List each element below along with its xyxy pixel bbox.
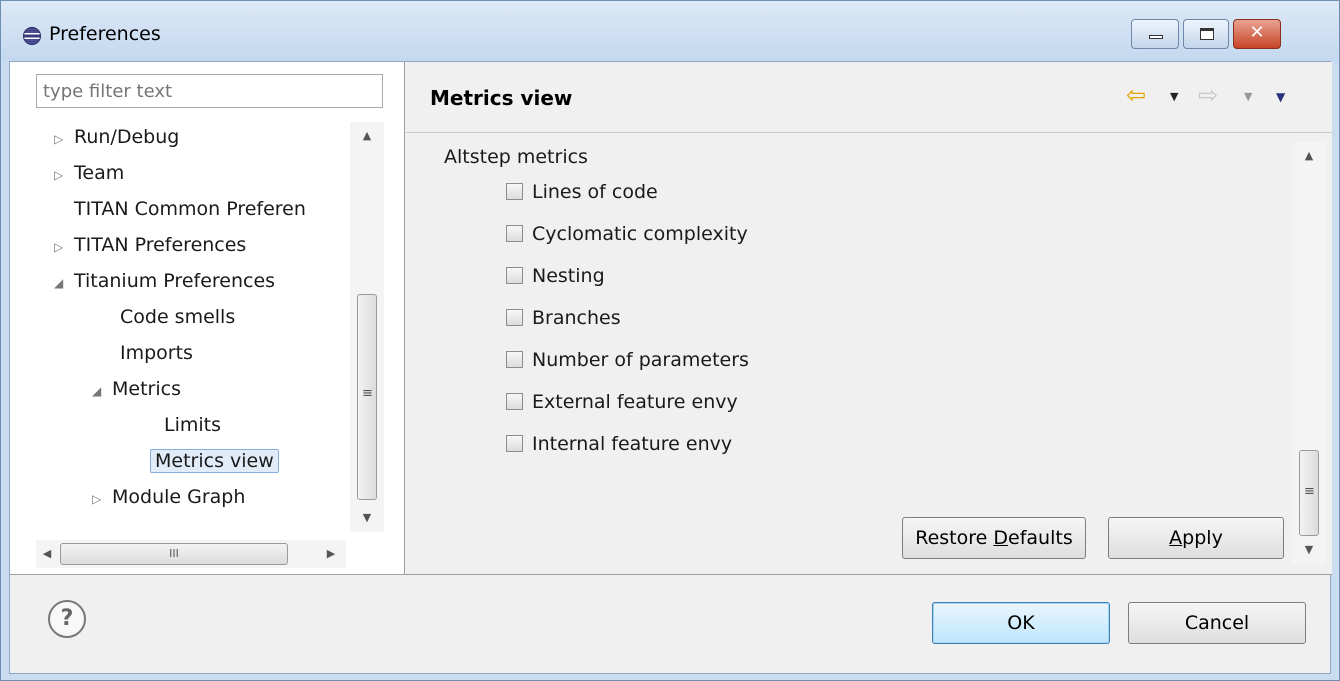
tree-item-label: Imports <box>120 342 193 364</box>
scroll-thumb[interactable]: ≡ <box>1299 450 1319 536</box>
help-icon[interactable]: ? <box>48 600 86 638</box>
tree-item-label: TITAN Preferences <box>74 234 247 256</box>
button-label: pply <box>1182 527 1223 549</box>
grip-icon: ≡ <box>362 386 373 401</box>
page-title: Metrics view <box>430 86 573 110</box>
footer-separator <box>10 574 1332 575</box>
scroll-down-icon[interactable]: ▼ <box>1292 536 1326 564</box>
checkbox-label: External feature envy <box>532 391 738 413</box>
tree-item-label: Metrics <box>112 378 181 400</box>
back-arrow-icon[interactable]: ⇦ <box>1126 81 1146 109</box>
tree-item-limits[interactable]: Limits <box>144 408 221 442</box>
forward-arrow-icon[interactable]: ⇨ <box>1198 81 1218 109</box>
checkbox[interactable] <box>506 267 523 284</box>
tree-item-label: Module Graph <box>112 486 246 508</box>
expand-icon[interactable]: ▷ <box>54 122 74 156</box>
tree-vertical-scrollbar[interactable]: ▲ ≡ ▼ <box>350 122 384 532</box>
scroll-up-icon[interactable]: ▲ <box>350 122 384 150</box>
tree-item-label: Metrics view <box>150 449 279 473</box>
button-label: Restore <box>915 527 994 549</box>
apply-button[interactable]: Apply <box>1108 517 1284 559</box>
checkbox[interactable] <box>506 351 523 368</box>
expand-icon[interactable]: ▷ <box>92 482 112 516</box>
button-label: efaults <box>1008 527 1073 549</box>
back-dropdown-icon[interactable]: ▼ <box>1170 90 1178 103</box>
tree-item-code-smells[interactable]: Code smells <box>100 300 235 334</box>
forward-dropdown-icon[interactable]: ▼ <box>1244 90 1252 103</box>
window-title: Preferences <box>49 23 161 45</box>
preference-tree-pane: ▷Run/Debug ▷Team TITAN Common Preferen ▷… <box>10 62 405 574</box>
eclipse-app-icon <box>23 27 41 45</box>
cancel-button[interactable]: Cancel <box>1128 602 1306 644</box>
checkbox-label: Nesting <box>532 265 605 287</box>
checkbox[interactable] <box>506 183 523 200</box>
expand-icon[interactable]: ▷ <box>54 230 74 264</box>
checkbox[interactable] <box>506 435 523 452</box>
tree-item-run-debug[interactable]: ▷ Run/Debug <box>54 120 179 154</box>
scroll-thumb[interactable]: ≡ <box>357 294 377 500</box>
checkbox-label: Cyclomatic complexity <box>532 223 748 245</box>
title-separator <box>406 132 1332 133</box>
scroll-left-icon[interactable]: ◀ <box>36 540 58 568</box>
checkbox-label: Branches <box>532 307 621 329</box>
close-button[interactable]: ✕ <box>1233 19 1281 49</box>
restore-defaults-button[interactable]: Restore Defaults <box>902 517 1086 559</box>
tree-item-team[interactable]: ▷ Team <box>54 156 124 190</box>
minimize-button[interactable] <box>1131 19 1179 49</box>
tree-item-metrics-view[interactable]: Metrics view <box>130 444 279 478</box>
checkbox[interactable] <box>506 309 523 326</box>
page-vertical-scrollbar[interactable]: ▲ ≡ ▼ <box>1292 142 1326 564</box>
checkbox[interactable] <box>506 225 523 242</box>
mnemonic: D <box>993 527 1009 549</box>
close-icon: ✕ <box>1249 22 1265 43</box>
tree-item-label: Team <box>74 162 125 184</box>
tree-item-metrics[interactable]: ◢ Metrics <box>92 372 181 406</box>
scroll-up-icon[interactable]: ▲ <box>1292 142 1326 170</box>
scroll-thumb[interactable]: III <box>60 543 288 565</box>
maximize-icon <box>1200 28 1214 40</box>
dialog-client: ▷Run/Debug ▷Team TITAN Common Preferen ▷… <box>9 61 1332 674</box>
tree-item-module-graph[interactable]: ▷ Module Graph <box>92 480 245 514</box>
scroll-down-icon[interactable]: ▼ <box>350 504 384 532</box>
filter-input[interactable] <box>36 74 383 108</box>
ok-button[interactable]: OK <box>932 602 1110 644</box>
collapse-icon[interactable]: ◢ <box>54 266 74 300</box>
grip-icon: ≡ <box>1304 484 1315 499</box>
checkbox-label: Lines of code <box>532 181 658 203</box>
tree-item-titanium-preferences[interactable]: ◢ Titanium Preferences <box>54 264 275 298</box>
preference-tree: ▷ Run/Debug ▷ Team TITAN Common Preferen ▷… <box>10 120 350 530</box>
checkbox-label: Internal feature envy <box>532 433 733 455</box>
tree-item-label: Run/Debug <box>74 126 180 148</box>
collapse-icon[interactable]: ◢ <box>92 374 112 408</box>
altstep-metrics-label: Altstep metrics <box>444 146 588 168</box>
maximize-button[interactable] <box>1183 19 1229 49</box>
tree-horizontal-scrollbar[interactable]: ◀ III ▶ <box>36 540 346 568</box>
tree-item-label: Code smells <box>120 306 236 328</box>
scroll-right-icon[interactable]: ▶ <box>320 540 342 568</box>
history-navigation: ⇦ ▼ ⇨ ▼ ▼ <box>1126 81 1326 114</box>
tree-item-titan-preferences[interactable]: ▷ TITAN Preferences <box>54 228 246 262</box>
view-menu-icon[interactable]: ▼ <box>1276 90 1285 104</box>
minimize-icon <box>1149 35 1163 39</box>
tree-item-imports[interactable]: Imports <box>100 336 193 370</box>
tree-item-label: TITAN Common Preferen <box>74 198 306 220</box>
title-bar[interactable]: Preferences ✕ <box>1 1 1339 61</box>
tree-item-label: Limits <box>164 414 221 436</box>
tree-item-titan-common-preferences[interactable]: TITAN Common Preferen <box>54 192 306 226</box>
preference-page: Metrics view ⇦ ▼ ⇨ ▼ ▼ Altstep metrics L… <box>406 62 1332 574</box>
mnemonic: A <box>1169 527 1183 549</box>
checkbox-label: Number of parameters <box>532 349 749 371</box>
expand-icon[interactable]: ▷ <box>54 158 74 192</box>
preferences-window: Preferences ✕ ▷Run/Debug ▷Team TITAN Com… <box>0 0 1340 681</box>
tree-item-label: Titanium Preferences <box>74 270 276 292</box>
checkbox[interactable] <box>506 393 523 410</box>
